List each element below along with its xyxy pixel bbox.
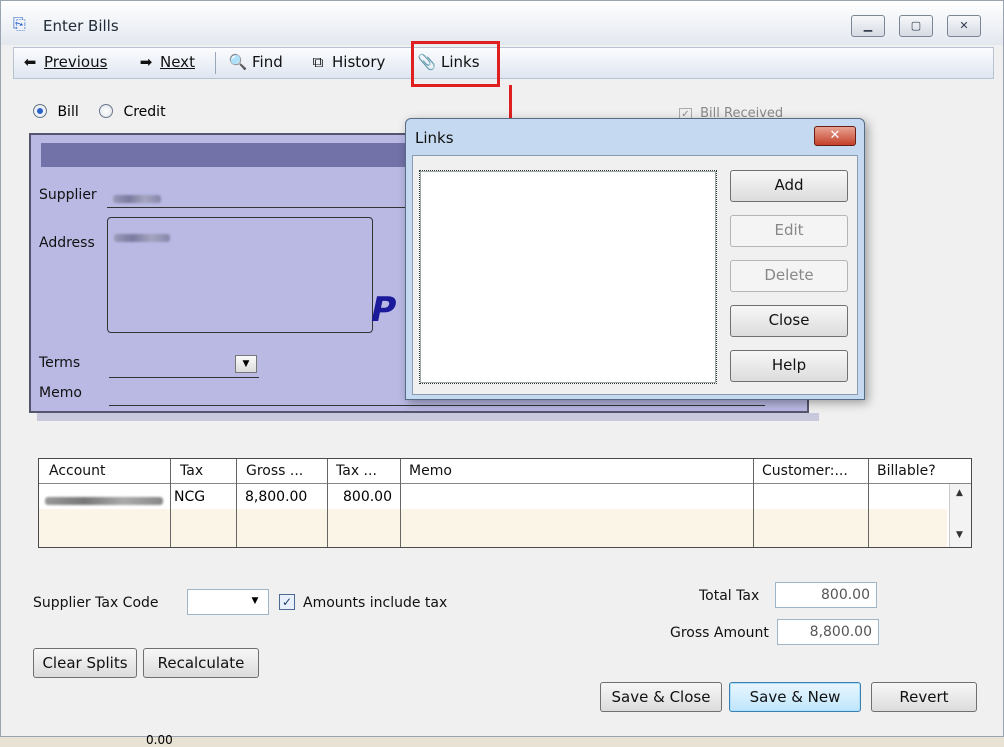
tax-cell[interactable]: NCG: [174, 489, 205, 505]
scroll-down-icon[interactable]: ▼: [956, 530, 963, 540]
links-close-button[interactable]: Close: [730, 305, 848, 337]
total-tax-value: 800.00: [775, 582, 877, 608]
col-header-billable[interactable]: Billable?: [877, 463, 936, 479]
amounts-include-tax-label: Amounts include tax: [303, 595, 448, 611]
address-field[interactable]: [107, 217, 373, 333]
col-header-account[interactable]: Account: [49, 463, 106, 479]
credit-radio[interactable]: [99, 104, 113, 118]
close-window-button[interactable]: ✕: [947, 15, 981, 37]
find-button[interactable]: 🔍 Find: [228, 53, 283, 71]
col-header-customer[interactable]: Customer:...: [762, 463, 848, 479]
links-add-button[interactable]: Add: [730, 170, 848, 202]
footer-value: 0.00: [146, 733, 173, 747]
amounts-include-tax-checkbox[interactable]: ✓: [279, 594, 295, 610]
window-title: Enter Bills: [43, 17, 119, 35]
links-dialog-title: Links: [415, 129, 454, 147]
memo-underline: [109, 405, 765, 406]
bill-panel-shadow: [37, 413, 819, 421]
supplier-label: Supplier: [39, 187, 97, 203]
links-highlight-box: [411, 41, 500, 87]
title-bar: ⎘ Enter Bills ▁ ▢ ✕: [1, 1, 1003, 45]
bill-radio-option[interactable]: Bill: [33, 104, 79, 120]
table-row-empty[interactable]: [39, 509, 947, 547]
expense-grid: Account Tax Gross ... Tax ... Memo Custo…: [38, 458, 972, 548]
terms-dropdown-button[interactable]: ▼: [235, 355, 257, 373]
col-header-tax-amount[interactable]: Tax ...: [336, 463, 377, 479]
gross-amount-value: 8,800.00: [777, 619, 879, 645]
col-header-gross[interactable]: Gross ...: [246, 463, 303, 479]
links-dialog: Links ✕ Add Edit Delete Close Help: [405, 118, 865, 400]
col-header-tax[interactable]: Tax: [180, 463, 203, 479]
history-button[interactable]: ⧉ History: [308, 53, 386, 71]
footer-strip: 0.00: [0, 733, 1004, 747]
grid-header: Account Tax Gross ... Tax ... Memo Custo…: [39, 459, 971, 484]
next-button[interactable]: ➡ Next: [136, 53, 195, 71]
credit-radio-option[interactable]: Credit: [99, 104, 166, 120]
scroll-up-icon[interactable]: ▲: [956, 488, 963, 498]
toolbar-separator: [215, 52, 216, 74]
links-delete-button[interactable]: Delete: [730, 260, 848, 292]
toolbar: ⬅ Previous ➡ Next 🔍 Find ⧉ History 📎 Links: [13, 47, 994, 79]
supplier-underline: [107, 207, 427, 208]
tax-amount-cell[interactable]: 800.00: [343, 489, 392, 505]
next-icon: ➡: [139, 53, 153, 71]
previous-icon: ⬅: [23, 53, 37, 71]
find-icon: 🔍: [228, 53, 248, 71]
save-new-button[interactable]: Save & New: [729, 682, 861, 712]
supplier-tax-code-label: Supplier Tax Code: [33, 595, 159, 611]
recalculate-button[interactable]: Recalculate: [143, 648, 259, 678]
terms-label: Terms: [39, 355, 81, 371]
history-icon: ⧉: [312, 53, 324, 71]
clear-splits-button[interactable]: Clear Splits: [33, 648, 137, 678]
links-dialog-body: Add Edit Delete Close Help: [412, 155, 858, 395]
total-tax-label: Total Tax: [699, 588, 760, 604]
bill-header-bar: [41, 143, 461, 167]
supplier-value-redacted[interactable]: [113, 191, 161, 207]
address-label: Address: [39, 235, 95, 251]
supplier-tax-code-select[interactable]: ▼: [187, 589, 269, 615]
col-header-memo[interactable]: Memo: [409, 463, 452, 479]
links-edit-button[interactable]: Edit: [730, 215, 848, 247]
app-icon: ⎘: [13, 14, 26, 33]
maximize-button[interactable]: ▢: [899, 15, 933, 37]
memo-label: Memo: [39, 385, 82, 401]
revert-button[interactable]: Revert: [871, 682, 977, 712]
grid-scrollbar[interactable]: ▲ ▼: [949, 484, 971, 547]
links-close-icon[interactable]: ✕: [814, 126, 856, 146]
links-help-button[interactable]: Help: [730, 350, 848, 382]
gross-cell[interactable]: 8,800.00: [245, 489, 307, 505]
bill-radio[interactable]: [33, 104, 47, 118]
links-list[interactable]: [419, 170, 717, 384]
chevron-down-icon[interactable]: ▼: [244, 593, 266, 611]
terms-underline: [109, 377, 259, 378]
enter-bills-window: ⎘ Enter Bills ▁ ▢ ✕ ⬅ Previous ➡ Next 🔍 Fin…: [0, 0, 1004, 737]
save-close-button[interactable]: Save & Close: [600, 682, 722, 712]
gross-amount-label: Gross Amount: [670, 625, 769, 641]
account-cell-redacted[interactable]: [45, 493, 163, 509]
minimize-button[interactable]: ▁: [851, 15, 885, 37]
previous-button[interactable]: ⬅ Previous: [20, 53, 108, 71]
